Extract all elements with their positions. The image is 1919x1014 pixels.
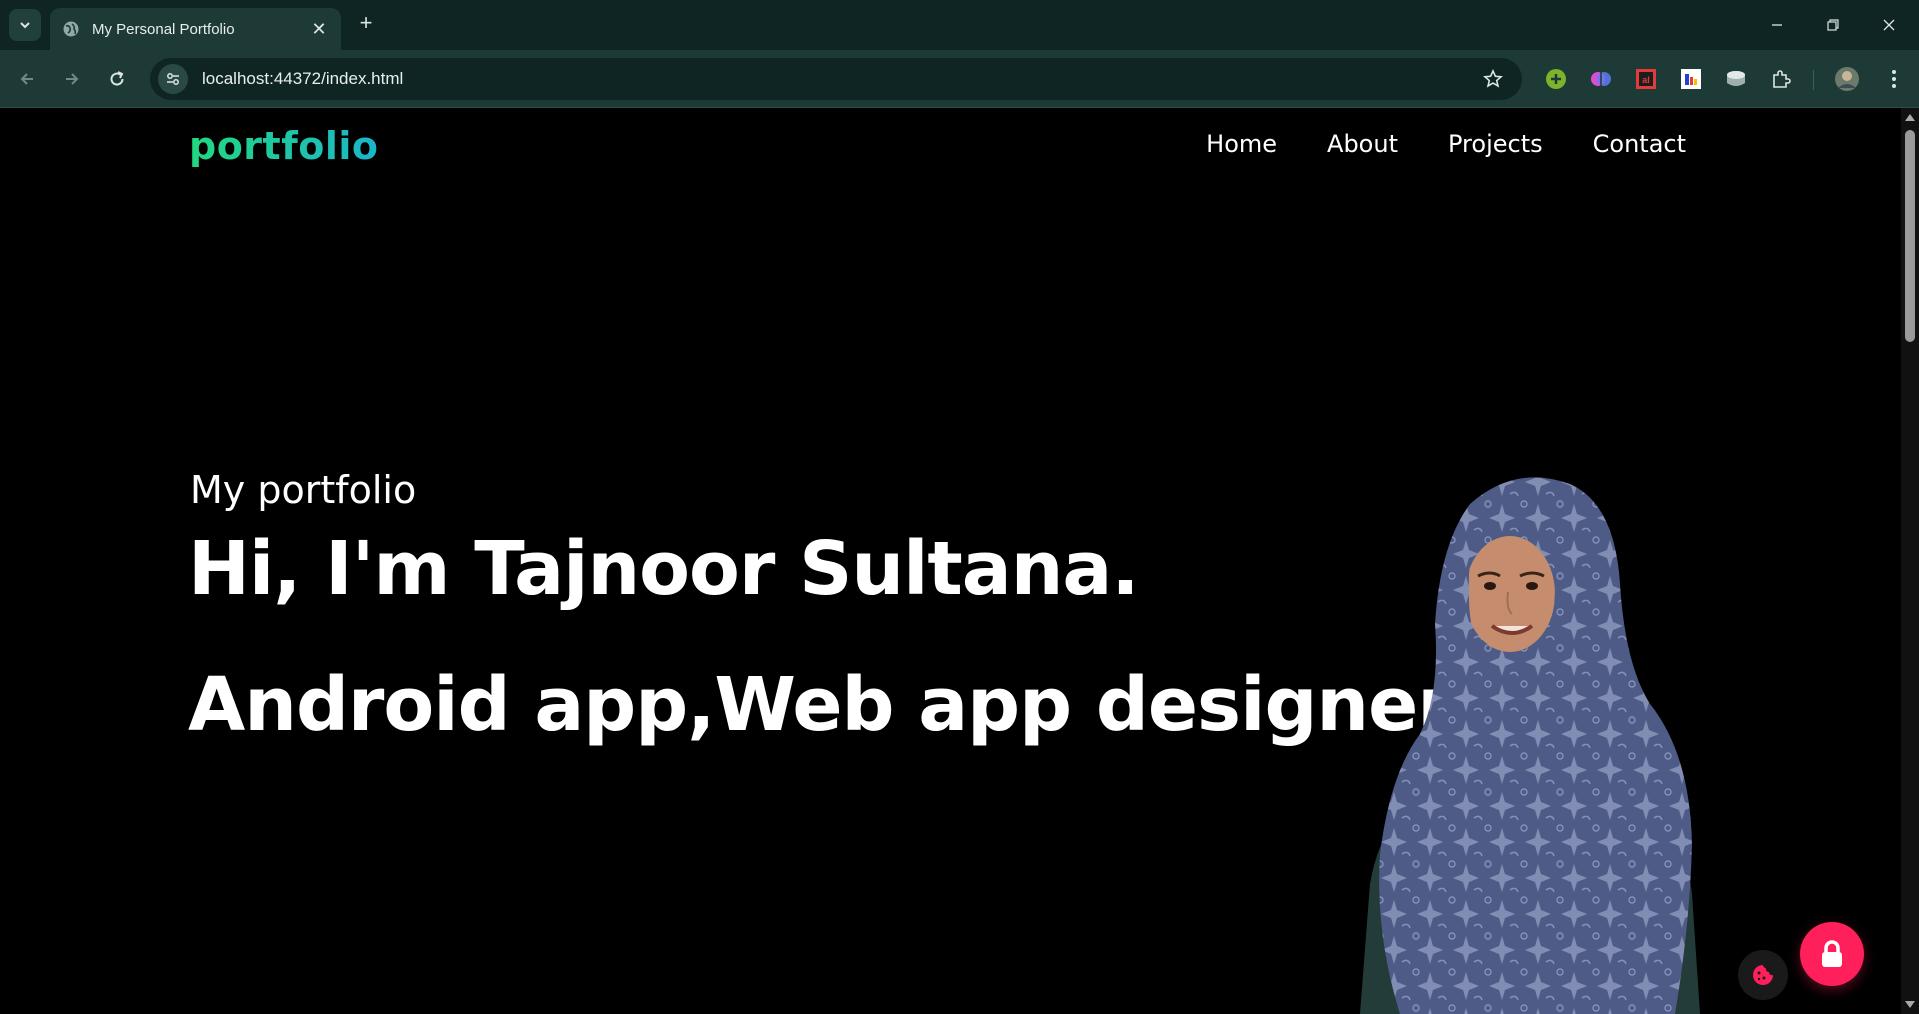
browser-tab-strip: My Personal Portfolio ✕ +: [0, 0, 1919, 50]
close-window-button[interactable]: [1874, 10, 1904, 40]
chart-extension-icon[interactable]: [1677, 65, 1705, 93]
browser-toolbar: localhost:44372/index.html al: [0, 50, 1919, 108]
site-logo[interactable]: portfolio: [189, 124, 379, 168]
hero-eyebrow: My portfolio: [190, 468, 417, 512]
page-viewport: portfolio Home About Projects Contact My…: [0, 108, 1901, 1014]
reload-button[interactable]: [100, 62, 134, 96]
privacy-lock-button[interactable]: [1800, 922, 1864, 986]
close-icon: [1883, 19, 1895, 31]
site-info-button[interactable]: [158, 64, 188, 94]
toolbar-divider: [1813, 70, 1814, 90]
profile-portrait-image: [1360, 477, 1700, 1014]
puzzle-extensions-icon[interactable]: [1767, 65, 1795, 93]
tab-search-button[interactable]: [9, 9, 41, 41]
nav-contact-link[interactable]: Contact: [1593, 130, 1686, 158]
scroll-up-arrow-icon[interactable]: [1905, 114, 1915, 121]
hero-tagline: Android app,Web app designer: [188, 662, 1454, 748]
arrow-right-icon: [66, 73, 79, 85]
tab-title: My Personal Portfolio: [92, 20, 235, 38]
back-button[interactable]: [10, 62, 44, 96]
nav-about-link[interactable]: About: [1327, 130, 1398, 158]
address-bar[interactable]: localhost:44372/index.html: [150, 58, 1522, 100]
restore-window-button[interactable]: [1818, 10, 1848, 40]
browser-tab-active[interactable]: My Personal Portfolio ✕: [50, 8, 341, 50]
globe-icon: [63, 21, 79, 37]
star-icon: [1483, 69, 1503, 88]
url-text[interactable]: localhost:44372/index.html: [202, 69, 1478, 89]
page-scrollbar[interactable]: [1901, 108, 1919, 1014]
cookie-settings-button[interactable]: [1738, 950, 1788, 1000]
restore-icon: [1827, 19, 1839, 31]
scroll-thumb[interactable]: [1905, 130, 1915, 342]
reload-icon: [110, 71, 124, 86]
green-plus-extension-icon[interactable]: [1542, 65, 1570, 93]
more-vertical-icon: [1892, 70, 1896, 88]
svg-text:al: al: [1642, 75, 1650, 85]
minimize-icon: [1772, 24, 1782, 26]
cookie-icon: [1753, 965, 1773, 985]
tune-icon: [167, 73, 179, 85]
database-extension-icon[interactable]: [1722, 65, 1750, 93]
new-tab-button[interactable]: +: [354, 12, 378, 36]
chevron-down-icon: [20, 22, 30, 29]
minimize-window-button[interactable]: [1762, 10, 1792, 40]
profile-avatar[interactable]: [1833, 65, 1861, 93]
forward-button[interactable]: [55, 62, 89, 96]
main-nav: Home About Projects Contact: [1206, 130, 1686, 158]
bookmark-star-button[interactable]: [1478, 64, 1508, 94]
hero-headline: Hi, I'm Tajnoor Sultana.: [188, 526, 1139, 612]
brain-extension-icon[interactable]: [1587, 65, 1615, 93]
arrow-left-icon: [20, 73, 33, 85]
nav-projects-link[interactable]: Projects: [1448, 130, 1543, 158]
scroll-down-arrow-icon[interactable]: [1905, 1001, 1915, 1008]
close-tab-icon[interactable]: ✕: [309, 19, 329, 39]
pdf-extension-icon[interactable]: al: [1632, 65, 1660, 93]
lock-icon: [1822, 940, 1842, 967]
nav-home-link[interactable]: Home: [1206, 130, 1277, 158]
browser-menu-button[interactable]: [1880, 65, 1908, 93]
